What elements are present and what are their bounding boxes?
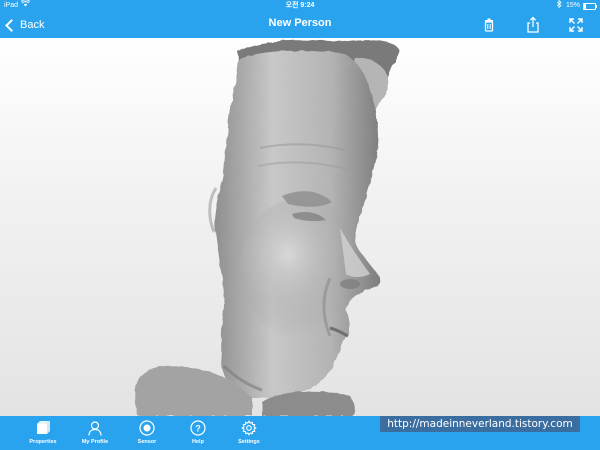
expand-button[interactable] bbox=[566, 15, 586, 35]
face-scan-model[interactable] bbox=[0, 38, 600, 416]
nav-bar: Back New Person bbox=[0, 12, 600, 38]
battery-icon bbox=[583, 3, 597, 10]
tab-label: Help bbox=[192, 439, 204, 445]
scan-viewport[interactable] bbox=[0, 38, 600, 416]
trash-icon bbox=[484, 18, 494, 32]
cube-icon bbox=[37, 421, 50, 434]
tab-label: Settings bbox=[238, 439, 260, 445]
page-title: New Person bbox=[268, 17, 332, 29]
status-bar: iPad 오전 9:24 15% bbox=[0, 0, 600, 12]
tab-help[interactable]: ? Help bbox=[173, 420, 223, 450]
svg-text:?: ? bbox=[195, 424, 201, 434]
watermark-url: http://madeinneverland.tistory.com bbox=[380, 416, 580, 432]
help-icon: ? bbox=[190, 420, 206, 436]
status-time: 오전 9:24 bbox=[285, 2, 315, 9]
gear-icon bbox=[241, 420, 257, 436]
tab-label: My Profile bbox=[81, 439, 109, 445]
battery-percent: 15% bbox=[566, 2, 581, 9]
trash-button[interactable] bbox=[479, 15, 499, 35]
share-button[interactable] bbox=[523, 15, 543, 35]
battery-fill bbox=[584, 4, 586, 9]
tab-settings[interactable]: Settings bbox=[224, 420, 274, 450]
tab-sensor[interactable]: Sensor bbox=[122, 420, 172, 450]
tab-my-profile[interactable]: My Profile bbox=[70, 420, 120, 450]
sensor-icon bbox=[139, 420, 155, 436]
tab-label: Sensor bbox=[137, 439, 157, 445]
expand-icon bbox=[569, 18, 583, 32]
person-icon bbox=[88, 421, 102, 436]
tab-properties[interactable]: Properties bbox=[18, 420, 68, 450]
share-icon bbox=[527, 16, 539, 33]
tab-label: Properties bbox=[29, 439, 57, 445]
